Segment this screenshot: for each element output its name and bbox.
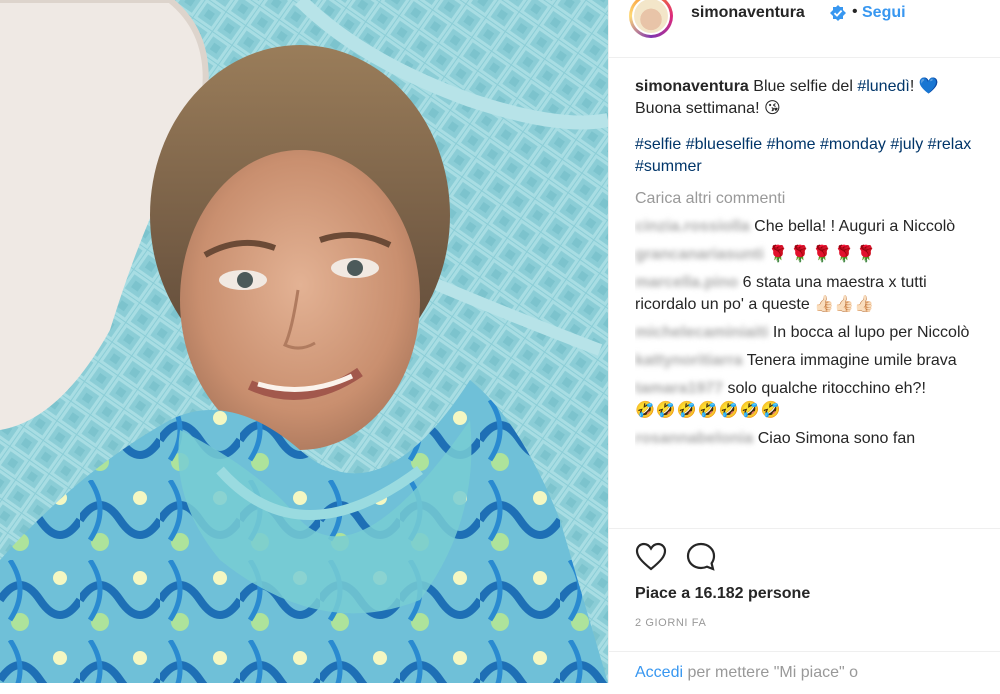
- post-timestamp[interactable]: 2 GIORNI FA: [635, 617, 706, 629]
- comment-username[interactable]: tamara1977: [635, 380, 723, 397]
- comment-item: michelecaminiaiti In bocca al lupo per N…: [635, 322, 975, 344]
- comment-username[interactable]: grancanariasunti: [635, 246, 764, 263]
- comment-item: rosannabelonia Ciao Simona sono fan: [635, 428, 975, 450]
- load-more-comments-button[interactable]: Carica altri commenti: [635, 188, 975, 210]
- hashtag-link[interactable]: #selfie: [635, 136, 681, 153]
- hashtag-link[interactable]: #blueselfie: [686, 136, 763, 153]
- avatar[interactable]: [629, 0, 673, 38]
- comment-item: tamara1977 solo qualche ritocchino eh?! …: [635, 378, 975, 422]
- comment-item: marcella.pino 6 stata una maestra x tutt…: [635, 272, 975, 316]
- hashtag-link[interactable]: #relax: [928, 136, 972, 153]
- caption-text: Blue selfie del: [753, 78, 858, 95]
- caption-line2: Buona settimana! 😘: [635, 100, 781, 117]
- comment-text: In bocca al lupo per Niccolò: [772, 324, 970, 341]
- comment-username[interactable]: cinzia.rossiolla: [635, 218, 750, 235]
- login-prompt: Accedi per mettere "Mi piace" o: [609, 651, 1000, 694]
- hashtags: #selfie #blueselfie #home #monday #july …: [635, 134, 975, 178]
- thumbs-up-emoji: 👍🏻👍🏻👍🏻: [814, 296, 874, 313]
- comment-username[interactable]: michelecaminiaiti: [635, 324, 768, 341]
- verified-badge-icon: [830, 5, 846, 21]
- rose-emoji: 🌹🌹🌹🌹🌹: [768, 246, 878, 263]
- blue-heart-emoji: 💙: [918, 78, 939, 95]
- login-link[interactable]: Accedi: [635, 664, 683, 681]
- hashtag-link[interactable]: #july: [890, 136, 923, 153]
- follow-button[interactable]: Segui: [862, 4, 906, 22]
- comment-username[interactable]: kattynoritiarra: [635, 352, 743, 369]
- comment-username[interactable]: marcella.pino: [635, 274, 738, 291]
- comment-item: grancanariasunti 🌹🌹🌹🌹🌹: [635, 244, 975, 266]
- caption-username[interactable]: simonaventura: [635, 78, 749, 95]
- caption: simonaventura Blue selfie del #lunedì! 💙…: [635, 78, 939, 117]
- likes-count[interactable]: Piace a 16.182 persone: [635, 585, 810, 603]
- comment-item: kattynoritiarra Tenera immagine umile br…: [635, 350, 975, 372]
- comment-bubble-icon[interactable]: [685, 541, 717, 573]
- post-photo[interactable]: [0, 0, 608, 683]
- post-actions: Piace a 16.182 persone 2 GIORNI FA Acced…: [609, 528, 1000, 681]
- comment-item: cinzia.rossiolla Che bella! ! Auguri a N…: [635, 216, 975, 238]
- post-header: simonaventura • Segui: [609, 0, 1000, 58]
- comment-text: Tenera immagine umile brava: [746, 352, 957, 369]
- hashtag-link[interactable]: #lunedì: [857, 78, 910, 95]
- author-username[interactable]: simonaventura: [691, 4, 805, 22]
- selfie-image: [0, 0, 608, 683]
- heart-outline-icon[interactable]: [635, 541, 667, 573]
- hashtag-link[interactable]: #summer: [635, 158, 702, 175]
- hashtag-link[interactable]: #home: [767, 136, 816, 153]
- comment-text: Ciao Simona sono fan: [757, 430, 916, 447]
- comment-text: Che bella! ! Auguri a Niccolò: [754, 218, 956, 235]
- separator-dot: •: [852, 3, 858, 20]
- laughing-emoji: 🤣🤣🤣🤣🤣🤣🤣: [635, 402, 782, 419]
- comment-text: solo qualche ritocchino eh?!: [727, 380, 926, 397]
- hashtag-link[interactable]: #monday: [820, 136, 886, 153]
- post-side-panel: simonaventura • Segui simonaventura Blue…: [608, 0, 1000, 683]
- comment-username[interactable]: rosannabelonia: [635, 430, 753, 447]
- login-prompt-text: per mettere "Mi piace" o: [683, 664, 859, 681]
- comments-list[interactable]: simonaventura Blue selfie del #lunedì! 💙…: [635, 76, 975, 528]
